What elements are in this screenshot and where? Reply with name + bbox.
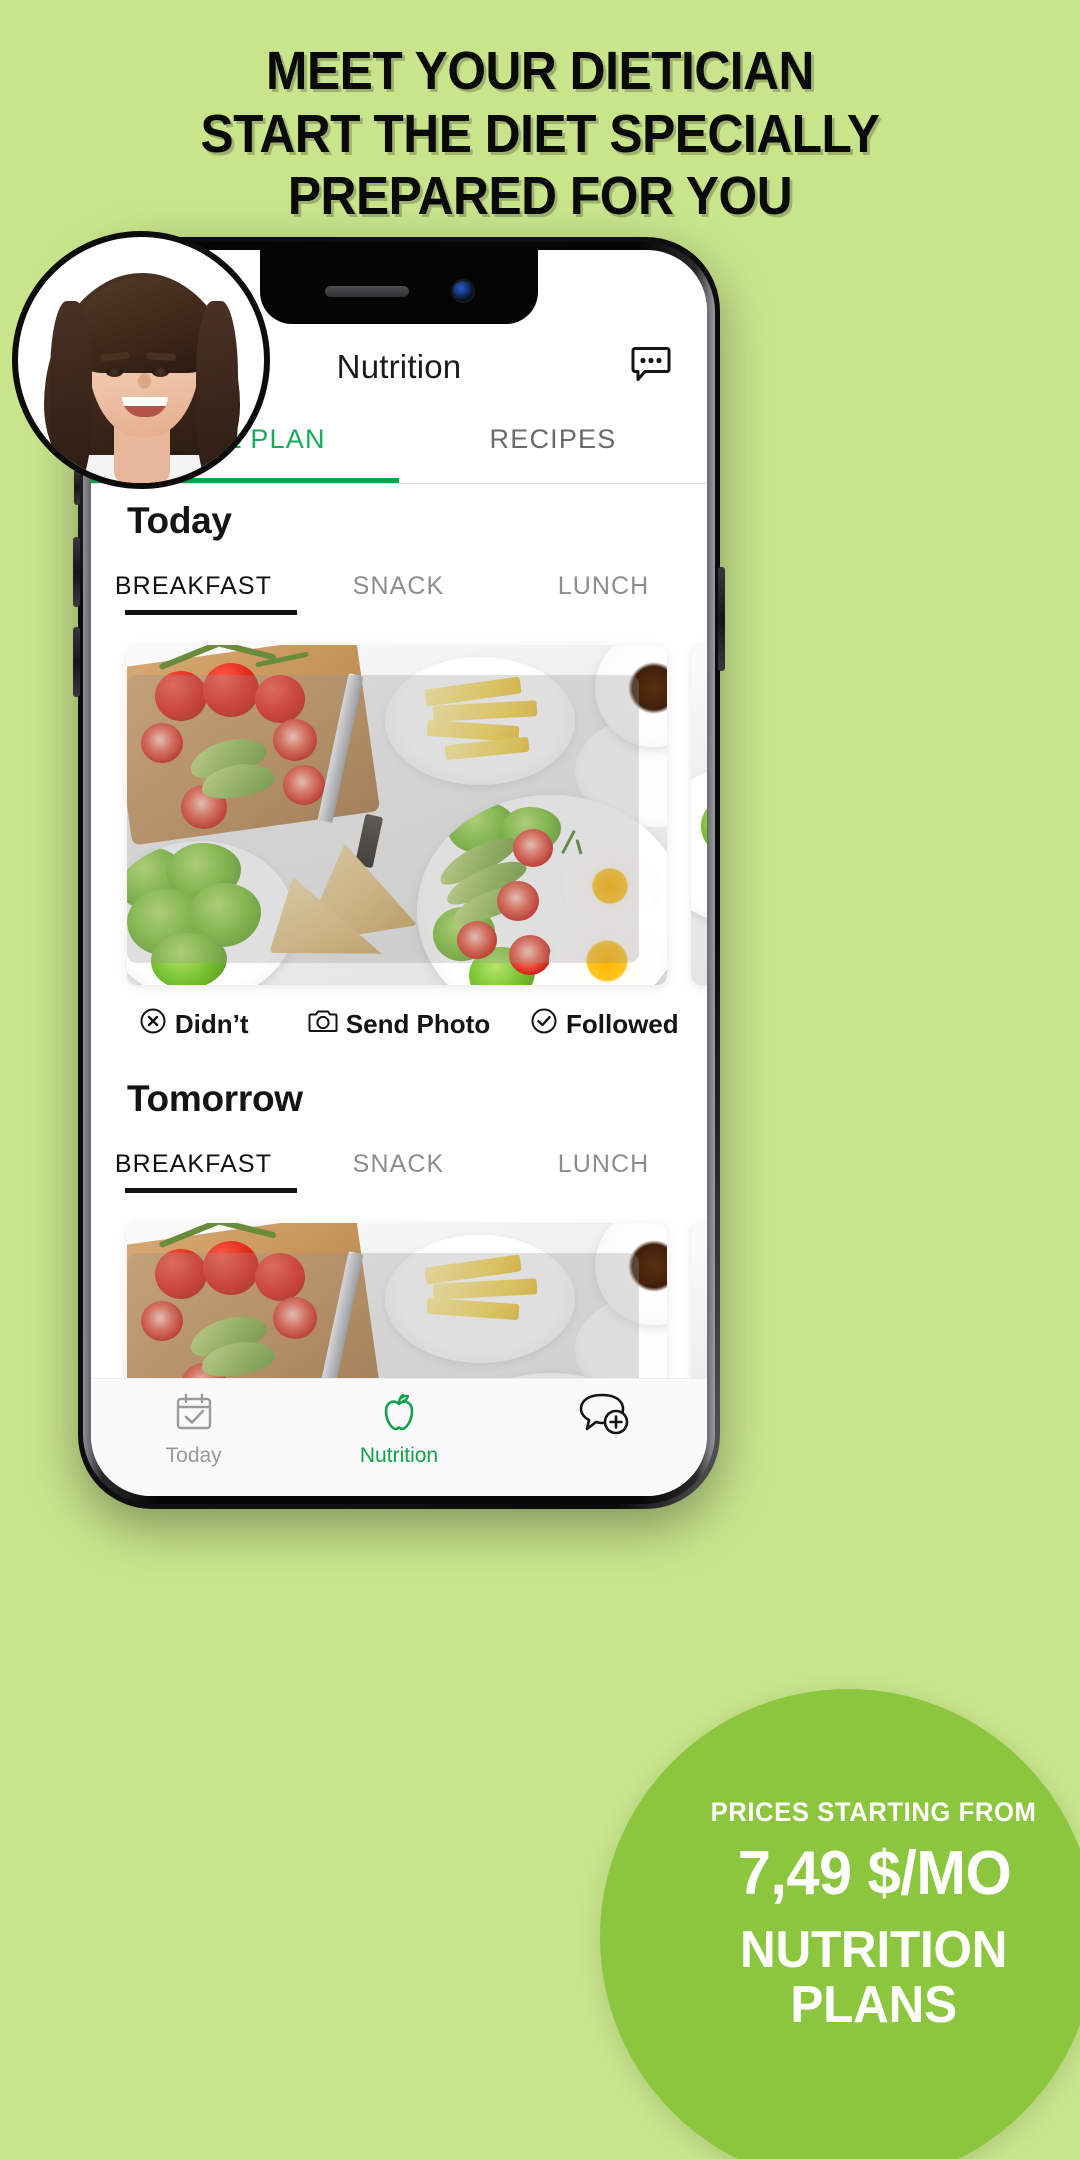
avatar-hair-right (196, 301, 238, 483)
meal-tab-lunch-tomorrow[interactable]: LUNCH (501, 1150, 706, 1193)
meal-photo-card-tomorrow[interactable] (127, 1223, 667, 1378)
meal-tab-label: LUNCH (557, 572, 650, 600)
tab-recipes-label: RECIPES (489, 424, 617, 454)
meal-tab-snack2-tomorrow[interactable]: SNACK (706, 1150, 707, 1193)
avatar-teeth (122, 397, 168, 406)
power-button[interactable] (718, 567, 725, 671)
meal-card-carousel-today[interactable] (91, 615, 707, 985)
camera-icon (308, 1007, 338, 1042)
avatar-hair-left (50, 301, 92, 483)
meal-tab-label: LUNCH (557, 1150, 650, 1178)
section-title-today: Today (127, 500, 232, 541)
front-camera-icon (453, 281, 473, 301)
meal-tab-lunch-today[interactable]: LUNCH (501, 572, 706, 615)
page-title: MEET YOUR DIETICIAN START THE DIET SPECI… (43, 40, 1037, 228)
send-photo-button[interactable]: Send Photo (296, 1007, 501, 1042)
breakfast-photo-tomorrow (127, 1223, 667, 1378)
section-title-tomorrow: Tomorrow (127, 1078, 303, 1119)
bottom-navigation-bar: Today Nutrition (91, 1378, 707, 1496)
nav-item-nutrition[interactable]: Nutrition (296, 1391, 501, 1468)
meal-photo-card-next-tomorrow[interactable] (691, 1223, 707, 1378)
breakfast-photo (127, 645, 667, 985)
followed-label: Followed (565, 1009, 679, 1039)
headline-line-3: PREPARED FOR YOU (287, 166, 793, 227)
didnt-follow-label: Didn’t (174, 1009, 249, 1039)
avatar-eye-right (152, 367, 169, 377)
price-badge-line1: NUTRITION (740, 1921, 1008, 1980)
meal-tab-label: SNACK (352, 572, 445, 600)
headline-line-1: MEET YOUR DIETICIAN (266, 41, 814, 101)
volume-up-button[interactable] (73, 537, 80, 607)
meal-tab-bar-tomorrow: BREAKFAST SNACK LUNCH SNACK (91, 1120, 707, 1193)
nav-label-today: Today (165, 1444, 222, 1467)
breakfast-photo-peek-tomorrow (691, 1223, 707, 1378)
meal-action-row-today: Didn’t Send Photo Followed (91, 985, 707, 1042)
volume-down-button[interactable] (73, 627, 80, 697)
price-badge: PRICES STARTING FROM 7,49 $/MO NUTRITION… (600, 1689, 1080, 2159)
nav-label-nutrition: Nutrition (359, 1444, 439, 1467)
meal-photo-card-today[interactable] (127, 645, 667, 985)
tab-recipes[interactable]: RECIPES (399, 410, 707, 483)
meal-tab-label: SNACK (352, 1150, 445, 1178)
send-photo-label: Send Photo (345, 1009, 491, 1039)
didnt-follow-button[interactable]: Didn’t (91, 1007, 296, 1042)
check-circle-icon (530, 1007, 558, 1042)
meal-photo-card-next-today[interactable] (691, 645, 707, 985)
chat-bubble-icon[interactable] (631, 346, 671, 389)
meal-tab-label: BREAKFAST (114, 572, 273, 600)
meal-plan-scroll-area[interactable]: Today BREAKFAST SNACK LUNCH SNACK (91, 484, 707, 1378)
x-circle-icon (139, 1007, 167, 1042)
app-title: Nutrition (336, 348, 462, 385)
avatar (12, 231, 270, 489)
meal-card-carousel-tomorrow[interactable] (91, 1193, 707, 1378)
breakfast-photo-peek (691, 645, 707, 985)
meal-tab-breakfast-tomorrow[interactable]: BREAKFAST (91, 1150, 296, 1193)
calendar-check-icon (173, 1391, 215, 1438)
meal-tab-breakfast-today[interactable]: BREAKFAST (91, 572, 296, 615)
price-badge-amount: 7,49 $/MO (737, 1839, 1011, 1909)
meal-tab-bar-today: BREAKFAST SNACK LUNCH SNACK (91, 542, 707, 615)
price-badge-line2: PLANS (790, 1976, 958, 2034)
nav-item-today[interactable]: Today (91, 1391, 296, 1468)
nav-item-new-chat[interactable] (502, 1391, 707, 1448)
notch (260, 250, 538, 324)
meal-tab-label: BREAKFAST (114, 1150, 273, 1178)
meal-tab-snack2-today[interactable]: SNACK (706, 572, 707, 615)
meal-tab-snack1-today[interactable]: SNACK (296, 572, 501, 615)
price-badge-caption: PRICES STARTING FROM (711, 1797, 1037, 1828)
chat-plus-icon (576, 1391, 632, 1442)
avatar-nose (138, 373, 151, 389)
avatar-eye-left (106, 367, 123, 377)
followed-button[interactable]: Followed (502, 1007, 707, 1042)
meal-tab-snack1-tomorrow[interactable]: SNACK (296, 1150, 501, 1193)
speaker-grille-icon (325, 285, 409, 297)
apple-icon (378, 1391, 420, 1438)
headline-line-2: START THE DIET SPECIALLY (200, 103, 880, 164)
